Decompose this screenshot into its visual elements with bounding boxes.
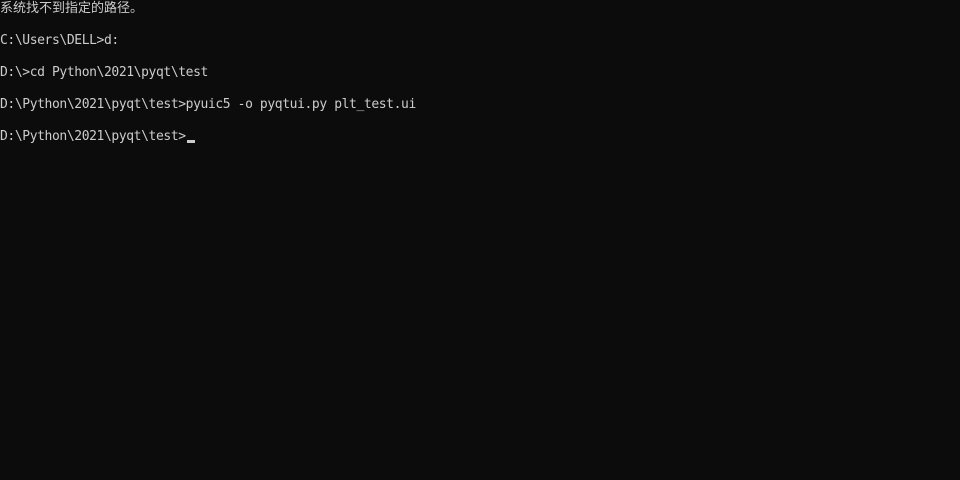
console-line-command: D:\Python\2021\pyqt\test>pyuic5 -o pyqtu… xyxy=(0,97,416,112)
console-line-error: 系统找不到指定的路径。 xyxy=(0,1,144,16)
console-prompt-line[interactable]: D:\Python\2021\pyqt\test> xyxy=(0,129,195,145)
console-line-command: D:\>cd Python\2021\pyqt\test xyxy=(0,65,208,80)
console-window[interactable]: 系统找不到指定的路径。 C:\Users\DELL>d: D:\>cd Pyth… xyxy=(0,0,960,480)
console-prompt: D:\Python\2021\pyqt\test> xyxy=(0,129,186,144)
text-cursor xyxy=(186,140,195,143)
console-line-command: C:\Users\DELL>d: xyxy=(0,33,119,48)
